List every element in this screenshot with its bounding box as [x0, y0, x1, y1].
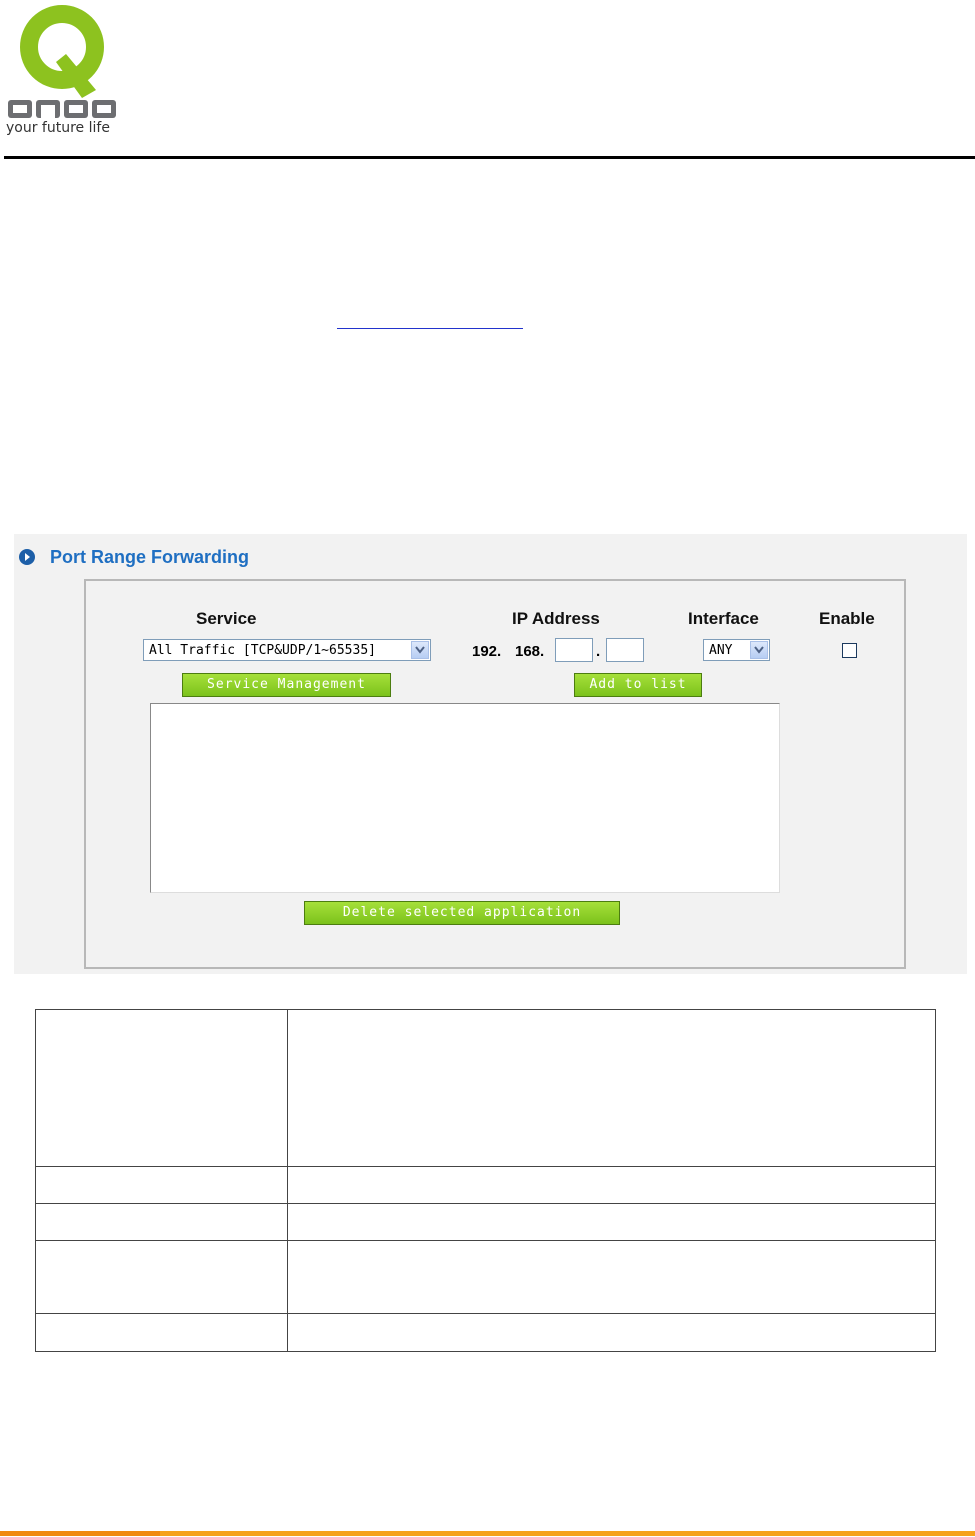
ip-prefix-168: 168.	[515, 643, 545, 660]
chevron-down-icon[interactable]	[750, 641, 768, 659]
interface-header: Interface	[688, 609, 759, 628]
ip-prefix-192: 192.	[472, 643, 502, 660]
ip-octet-4-input[interactable]	[606, 638, 644, 662]
table-row	[35, 1009, 936, 1167]
delete-selected-button[interactable]: Delete selected application	[304, 901, 620, 925]
table-row	[35, 1166, 936, 1204]
service-management-button[interactable]: Service Management	[182, 673, 391, 697]
enable-header: Enable	[819, 609, 875, 628]
service-select-value: All Traffic [TCP&UDP/1~65535]	[149, 643, 376, 658]
ip-dot: .	[596, 643, 601, 660]
table-row	[35, 1240, 936, 1314]
table-row	[35, 1313, 936, 1352]
add-to-list-button[interactable]: Add to list	[574, 673, 702, 697]
interface-select[interactable]: ANY	[703, 639, 770, 661]
ip-address-header: IP Address	[512, 609, 600, 628]
section-title: Port Range Forwarding	[50, 547, 250, 567]
service-select[interactable]: All Traffic [TCP&UDP/1~65535]	[143, 639, 431, 661]
enable-checkbox[interactable]	[842, 643, 857, 658]
forwarding-list[interactable]	[150, 703, 780, 893]
forwarding-form: Service IP Address Interface Enable All …	[84, 579, 906, 969]
port-range-forwarding-section: Port Range Forwarding Service IP Address…	[14, 534, 967, 974]
document-link[interactable]	[337, 306, 523, 329]
description-table	[35, 1009, 936, 1352]
interface-select-value: ANY	[709, 643, 733, 658]
table-row	[35, 1203, 936, 1241]
logo-tagline: your future life	[6, 120, 110, 136]
service-header: Service	[196, 609, 257, 628]
ip-octet-3-input[interactable]	[555, 638, 593, 662]
chevron-down-icon[interactable]	[411, 641, 429, 659]
footer-divider	[0, 1531, 975, 1536]
circle-arrow-right-icon	[19, 549, 35, 565]
header-divider	[4, 156, 975, 159]
